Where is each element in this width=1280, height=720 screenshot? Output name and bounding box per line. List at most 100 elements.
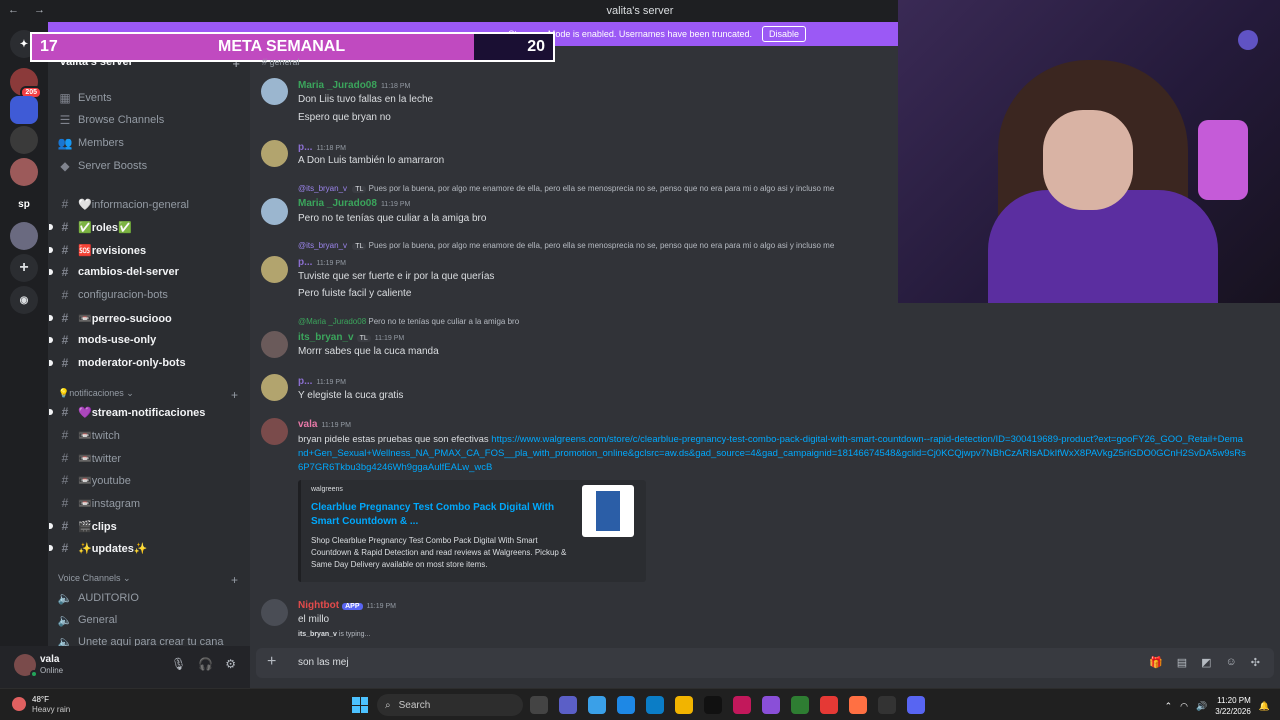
channel-updates[interactable]: # ✨updates✨ bbox=[49, 538, 246, 558]
edge-icon[interactable] bbox=[646, 696, 664, 714]
unread-indicator bbox=[49, 409, 53, 415]
app-icon[interactable] bbox=[791, 696, 809, 714]
sidebar-item-events[interactable]: ▦ Events bbox=[56, 88, 246, 108]
channel-instagram[interactable]: # 📼instagram bbox=[56, 493, 246, 513]
reply-preview[interactable]: @Maria _Jurado08 Pero no te tenías que c… bbox=[298, 317, 519, 326]
channel-twitter[interactable]: # 📼twitter bbox=[56, 448, 246, 468]
channel-revisiones[interactable]: # 🆘revisiones bbox=[49, 240, 246, 260]
avatar[interactable] bbox=[261, 599, 288, 626]
avatar[interactable] bbox=[261, 331, 288, 358]
message-header: vala 11:19 PM bbox=[298, 419, 351, 430]
user-name[interactable]: vala bbox=[40, 654, 59, 665]
avatar[interactable] bbox=[261, 374, 288, 401]
hash-icon: # bbox=[61, 220, 69, 234]
clock[interactable]: 11:20 PM 3/22/2026 bbox=[1215, 695, 1251, 717]
avatar[interactable] bbox=[261, 418, 288, 445]
headphones-icon[interactable]: 🎧 bbox=[198, 657, 213, 671]
discover-icon[interactable]: ◉ bbox=[10, 286, 38, 314]
apps-icon[interactable]: ✣ bbox=[1251, 656, 1260, 669]
channel-perreo-suciooo[interactable]: # 📼perreo-suciooo bbox=[49, 308, 246, 328]
channel-roles[interactable]: # ✅roles✅ bbox=[49, 217, 246, 237]
message-input[interactable]: son las mej bbox=[298, 657, 349, 668]
channel-moderator-only-bots[interactable]: # moderator-only-bots bbox=[49, 353, 246, 373]
sidebar-item-browse-channels[interactable]: ☰ Browse Channels bbox=[56, 110, 246, 130]
emoji-icon[interactable]: ☺ bbox=[1226, 656, 1237, 669]
unread-indicator bbox=[49, 315, 53, 321]
app-icon[interactable] bbox=[762, 696, 780, 714]
chevron-down-icon: ⌄ bbox=[123, 388, 134, 398]
server-icon[interactable] bbox=[10, 126, 38, 154]
add-channel-icon[interactable]: + bbox=[231, 388, 238, 402]
reply-preview[interactable]: @its_bryan_v TL Pues por la buena, por a… bbox=[298, 184, 834, 193]
microphone-icon[interactable]: 🎙 bbox=[171, 657, 186, 671]
weather-widget[interactable]: 48°F Heavy rain bbox=[12, 695, 70, 715]
avatar[interactable] bbox=[261, 140, 288, 167]
gear-icon[interactable]: ⚙ bbox=[225, 657, 236, 671]
server-icon[interactable]: 205 bbox=[10, 68, 42, 99]
start-button[interactable] bbox=[352, 697, 368, 713]
embed-title[interactable]: Clearblue Pregnancy Test Combo Pack Digi… bbox=[311, 501, 561, 529]
opera-icon[interactable] bbox=[733, 696, 751, 714]
server-icon[interactable] bbox=[10, 222, 38, 250]
copilot-icon[interactable] bbox=[588, 696, 606, 714]
channel-cambios-del-server[interactable]: # cambios-del-server bbox=[49, 262, 246, 282]
gif-icon[interactable]: ▤ bbox=[1177, 656, 1187, 669]
weather-icon bbox=[12, 697, 26, 711]
channel-stream-notificaciones[interactable]: # 💜stream-notificaciones bbox=[49, 402, 246, 422]
server-icon-active[interactable] bbox=[10, 158, 38, 186]
message-header: Maria _Jurado08 11:19 PM bbox=[298, 198, 411, 209]
voice-channel-auditorio[interactable]: 🔈 AUDITORIO bbox=[56, 588, 246, 608]
wifi-icon[interactable]: ◠ bbox=[1180, 701, 1188, 712]
attach-plus-icon[interactable]: + bbox=[267, 653, 276, 671]
channel-clips[interactable]: # 🎬clips bbox=[49, 516, 246, 536]
embed-provider[interactable]: walgreens bbox=[311, 486, 343, 493]
folder-icon[interactable] bbox=[675, 696, 693, 714]
channel-mods-use-only[interactable]: # mods-use-only bbox=[49, 330, 246, 350]
channel-youtube[interactable]: # 📼youtube bbox=[56, 470, 246, 490]
hash-icon: # bbox=[61, 311, 69, 325]
avatar[interactable] bbox=[261, 78, 288, 105]
hash-icon: # bbox=[61, 519, 69, 533]
volume-icon[interactable]: 🔊 bbox=[1196, 701, 1207, 712]
server-sp[interactable]: sp bbox=[10, 190, 38, 218]
discord-icon[interactable] bbox=[907, 696, 925, 714]
hash-icon: # bbox=[61, 243, 69, 257]
add-server-icon[interactable]: + bbox=[10, 254, 38, 282]
sticker-icon[interactable]: ◩ bbox=[1201, 656, 1211, 669]
gift-icon[interactable]: 🎁 bbox=[1149, 656, 1163, 669]
voice-channel-general[interactable]: 🔈 General bbox=[56, 610, 246, 630]
channel-twitch[interactable]: # 📼twitch bbox=[56, 425, 246, 445]
hash-icon: # bbox=[61, 333, 69, 347]
embed-thumbnail[interactable] bbox=[582, 485, 634, 537]
server-icon[interactable] bbox=[10, 96, 38, 124]
notification-bell-icon[interactable]: 🔔 bbox=[1259, 701, 1270, 712]
avatar[interactable] bbox=[261, 256, 288, 283]
sidebar-item-server-boosts[interactable]: ◆ Server Boosts bbox=[56, 156, 246, 176]
avatar[interactable] bbox=[261, 198, 288, 225]
message-composer[interactable]: + son las mej 🎁 ▤ ◩ ☺ ✣ bbox=[256, 648, 1274, 678]
message-text: Morrr sabes que la cuca manda bbox=[298, 346, 439, 357]
category-voice-channels[interactable]: Voice Channels ⌄ + bbox=[58, 573, 238, 587]
calendar-icon: ▦ bbox=[59, 91, 71, 105]
voice-channel-create[interactable]: 🔈 Unete aqui para crear tu cana bbox=[56, 632, 246, 646]
obs-icon[interactable] bbox=[878, 696, 896, 714]
channel-configuracion-bots[interactable]: # configuracion-bots bbox=[56, 285, 246, 305]
firefox-icon[interactable] bbox=[849, 696, 867, 714]
taskbar-search[interactable]: ⌕ Search bbox=[377, 694, 523, 716]
chrome-icon[interactable] bbox=[820, 696, 838, 714]
search-icon: ⌕ bbox=[385, 699, 391, 711]
add-channel-icon[interactable]: + bbox=[231, 573, 238, 587]
hash-icon: # bbox=[61, 405, 69, 419]
tiktok-icon[interactable] bbox=[704, 696, 722, 714]
channel-informacion-general[interactable]: # 🤍informacion-general bbox=[56, 194, 246, 214]
teams-icon[interactable] bbox=[559, 696, 577, 714]
boost-icon: ◆ bbox=[60, 159, 70, 173]
chevron-up-icon[interactable]: ⌃ bbox=[1165, 701, 1173, 712]
disable-button[interactable]: Disable bbox=[761, 26, 806, 42]
reply-preview[interactable]: @its_bryan_v TL Pues por la buena, por a… bbox=[298, 241, 834, 250]
message-header: p... 11:19 PM bbox=[298, 257, 346, 268]
category-notificaciones[interactable]: 💡notificaciones ⌄ + bbox=[58, 388, 238, 402]
task-view-icon[interactable] bbox=[530, 696, 548, 714]
sidebar-item-members[interactable]: 👥 Members bbox=[56, 133, 246, 153]
store-icon[interactable] bbox=[617, 696, 635, 714]
